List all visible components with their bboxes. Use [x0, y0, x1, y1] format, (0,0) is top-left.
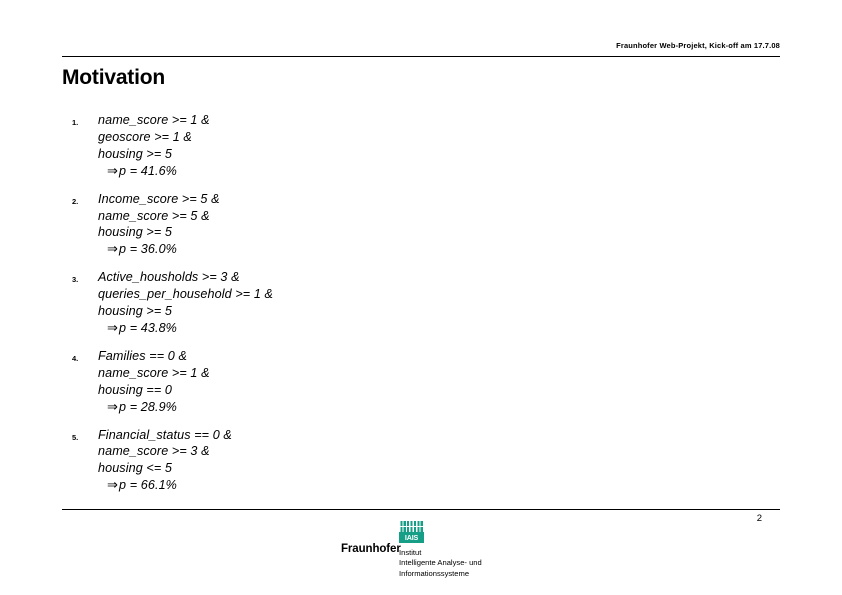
rule-condition: housing == 0 [98, 382, 173, 397]
rule-probability-value: p = 43.8% [119, 320, 177, 335]
rule-probability: ⇒p = 66.1% [98, 477, 762, 494]
rule-condition: housing >= 5 [98, 304, 173, 319]
iais-stripes-icon [399, 521, 424, 532]
list-item: 4. Families == 0 & name_score >= 1 & hou… [62, 348, 762, 416]
rule-condition: geoscore >= 1 & [98, 129, 192, 144]
page-number: 2 [756, 513, 762, 524]
list-item-body: Income_score >= 5 & name_score >= 5 & ho… [98, 191, 762, 259]
list-item: 5. Financial_status == 0 & name_score >=… [62, 427, 762, 495]
list-item-index: 5. [72, 432, 79, 442]
rule-probability-value: p = 36.0% [119, 242, 177, 257]
list-item-body: Financial_status == 0 & name_score >= 3 … [98, 427, 762, 495]
fraunhofer-wordmark: Fraunhofer [341, 543, 401, 555]
list-item-body: Families == 0 & name_score >= 1 & housin… [98, 348, 762, 416]
list-item-body: name_score >= 1 & geoscore >= 1 & housin… [98, 112, 762, 180]
list-item: 3. Active_housholds >= 3 & queries_per_h… [62, 269, 762, 337]
rule-condition: housing >= 5 [98, 146, 173, 161]
list-item-body: Active_housholds >= 3 & queries_per_hous… [98, 269, 762, 337]
institute-name-line: Intelligente Analyse- und [399, 558, 482, 568]
iais-mark-label: IAIS [404, 533, 419, 542]
presentation-slide: Fraunhofer Web-Projekt, Kick-off am 17.7… [0, 0, 842, 595]
rule-condition: name_score >= 1 & [98, 365, 210, 380]
fraunhofer-iais-logo: IAIS Fraunhofer Institut Intelligente An… [341, 521, 541, 583]
page-title: Motivation [62, 66, 165, 89]
rule-condition: queries_per_household >= 1 & [98, 287, 274, 302]
rule-probability-value: p = 41.6% [119, 163, 177, 178]
double-arrow-icon: ⇒ [107, 241, 118, 257]
header-divider [62, 56, 780, 57]
rule-list: 1. name_score >= 1 & geoscore >= 1 & hou… [62, 112, 762, 505]
institute-name-line: Institut [399, 548, 422, 557]
rule-condition: name_score >= 3 & [98, 444, 210, 459]
list-item: 2. Income_score >= 5 & name_score >= 5 &… [62, 191, 762, 259]
rule-probability: ⇒p = 28.9% [98, 399, 762, 416]
list-item-index: 4. [72, 353, 79, 363]
list-item-index: 3. [72, 275, 79, 285]
rule-condition: Income_score >= 5 & [98, 191, 220, 206]
rule-probability-value: p = 28.9% [119, 399, 177, 414]
double-arrow-icon: ⇒ [107, 398, 118, 414]
rule-condition: name_score >= 5 & [98, 208, 210, 223]
list-item-index: 2. [72, 196, 79, 206]
rule-condition: Families == 0 & [98, 348, 187, 363]
rule-condition: housing <= 5 [98, 461, 173, 476]
institute-name: Institut Intelligente Analyse- und Infor… [399, 548, 549, 579]
list-item: 1. name_score >= 1 & geoscore >= 1 & hou… [62, 112, 762, 180]
rule-condition: Active_housholds >= 3 & [98, 270, 240, 285]
double-arrow-icon: ⇒ [107, 319, 118, 335]
footer-divider [62, 509, 780, 510]
iais-mark-icon: IAIS [399, 521, 424, 543]
rule-probability: ⇒p = 36.0% [98, 241, 762, 258]
institute-name-line: Informationssysteme [399, 568, 470, 578]
slide-header-text: Fraunhofer Web-Projekt, Kick-off am 17.7… [616, 41, 780, 50]
double-arrow-icon: ⇒ [107, 162, 118, 178]
rule-probability-value: p = 66.1% [119, 478, 177, 493]
list-item-index: 1. [72, 118, 79, 127]
rule-condition: housing >= 5 [98, 225, 173, 240]
rule-probability: ⇒p = 41.6% [98, 163, 762, 180]
rule-condition: Financial_status == 0 & [98, 427, 232, 442]
double-arrow-icon: ⇒ [107, 477, 118, 493]
rule-condition: name_score >= 1 & [98, 113, 210, 127]
rule-probability: ⇒p = 43.8% [98, 320, 762, 337]
